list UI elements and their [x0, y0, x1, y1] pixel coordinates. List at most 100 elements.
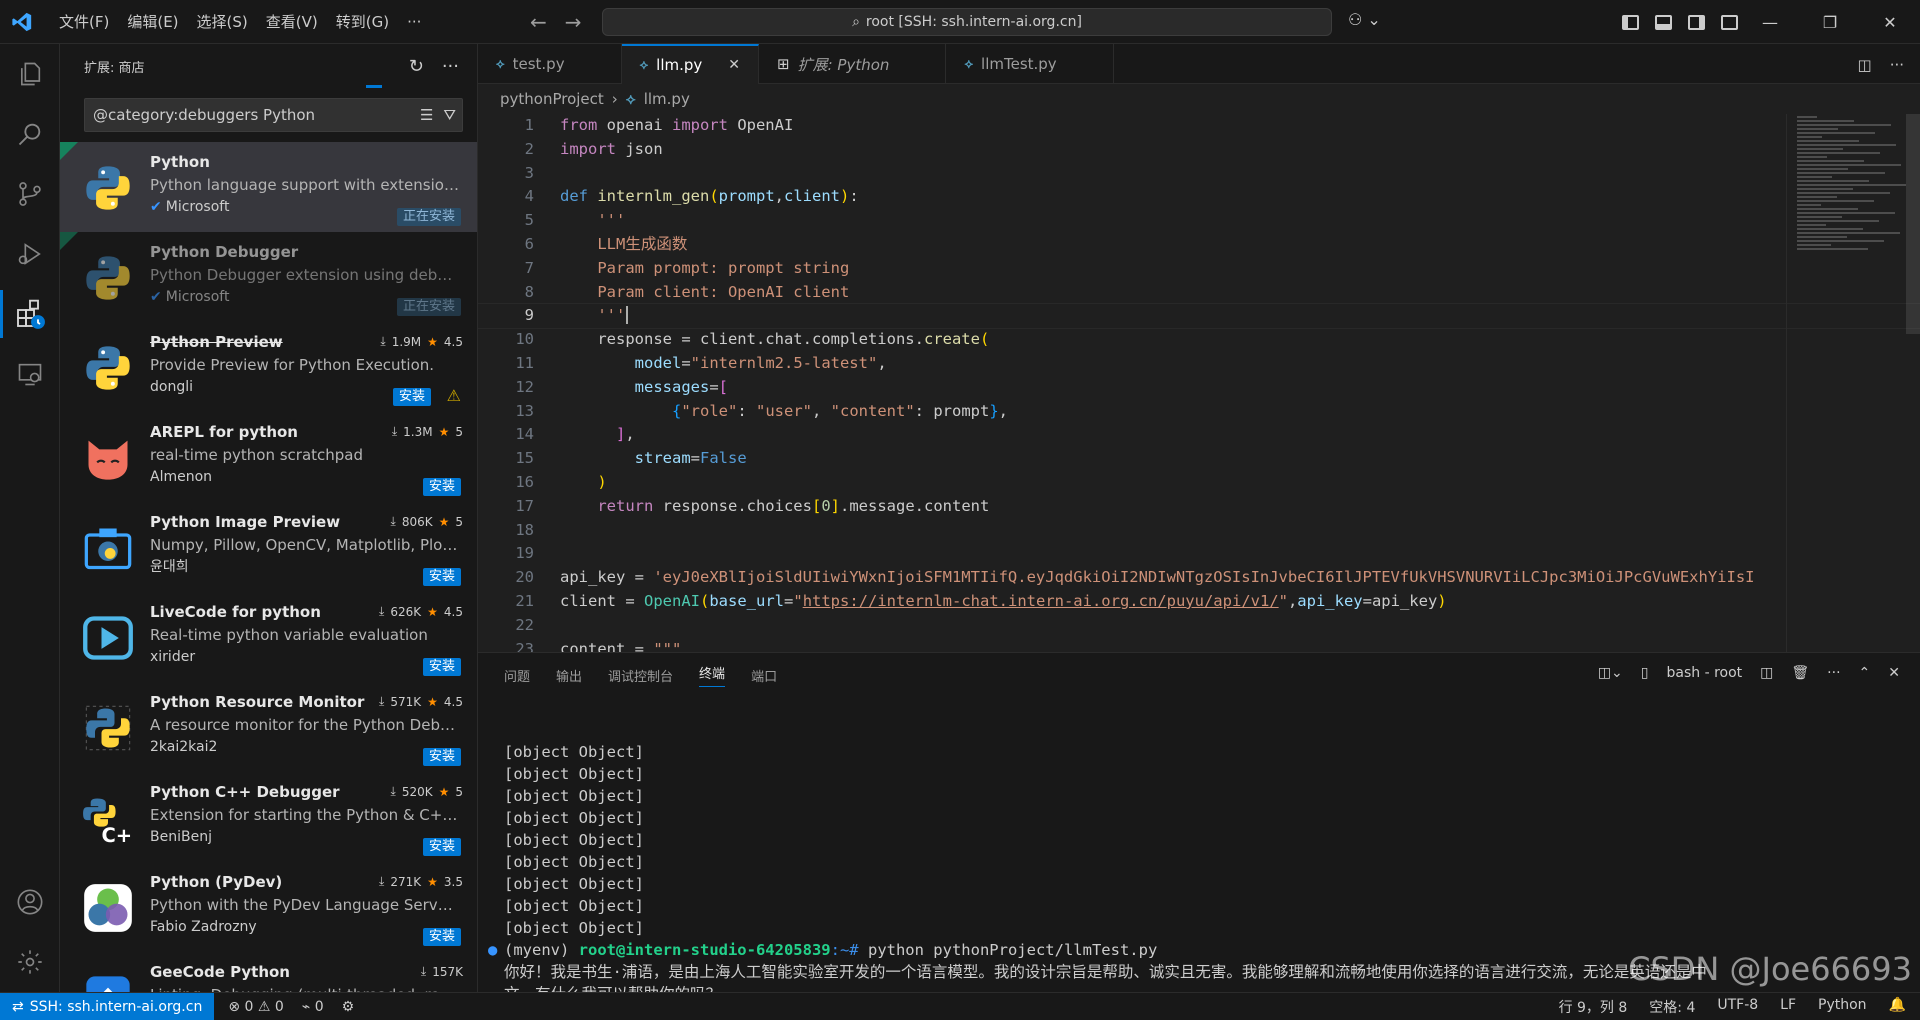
extension-item[interactable]: Python Resource Monitor A resource monito…: [60, 682, 477, 772]
extension-publisher[interactable]: xirider: [150, 646, 465, 668]
install-button[interactable]: 正在安装: [396, 298, 461, 316]
customize-layout-icon[interactable]: [1721, 14, 1738, 30]
code-line[interactable]: 6 LLM生成函数: [478, 233, 1920, 257]
code-line[interactable]: 16 ): [478, 471, 1920, 495]
extension-item[interactable]: C++Python C++ DebuggerExtension for star…: [60, 772, 477, 862]
code-line[interactable]: 19: [478, 542, 1920, 566]
run-debug-icon[interactable]: [0, 224, 60, 284]
forward-arrow-icon[interactable]: →: [565, 10, 582, 34]
explorer-icon[interactable]: [0, 44, 60, 104]
panel-tab[interactable]: 输出: [556, 666, 582, 685]
remote-indicator[interactable]: ⇄ SSH: ssh.intern-ai.org.cn: [0, 992, 215, 1020]
breadcrumb-folder[interactable]: pythonProject: [500, 90, 604, 108]
extensions-icon[interactable]: [0, 284, 60, 344]
remote-explorer-icon[interactable]: [0, 344, 60, 404]
menu-item[interactable]: 选择(S): [188, 0, 257, 44]
extension-item[interactable]: Python Python language support with exten…: [60, 142, 477, 232]
menu-item[interactable]: 编辑(E): [118, 0, 187, 44]
cursor-position[interactable]: 行 9，列 8: [1559, 997, 1628, 1017]
more-actions-icon[interactable]: ···: [442, 56, 459, 77]
code-line[interactable]: 3: [478, 162, 1920, 186]
minimap[interactable]: [1786, 114, 1906, 652]
panel-tab[interactable]: 调试控制台: [608, 666, 673, 685]
code-line[interactable]: 12 messages=[: [478, 376, 1920, 400]
code-line[interactable]: 20 api_key = 'eyJ0eXBlIjoiSldUIiwiYWxnIjo…: [478, 566, 1920, 590]
command-center[interactable]: ⌕ root [SSH: ssh.intern-ai.org.cn]: [602, 8, 1332, 36]
minimize-icon[interactable]: —: [1740, 0, 1800, 44]
settings-gear-icon[interactable]: [0, 932, 60, 992]
restore-icon[interactable]: ❐: [1800, 0, 1860, 44]
code-line[interactable]: 1 from openai import OpenAI: [478, 114, 1920, 138]
extension-search-input[interactable]: @category:debuggers Python ☰ ⛛: [84, 98, 463, 132]
search-icon[interactable]: [0, 104, 60, 164]
split-terminal-icon[interactable]: ◫: [1760, 665, 1773, 681]
extension-item[interactable]: AREPL for python real-time python scratch…: [60, 412, 477, 502]
clear-filter-icon[interactable]: ☰: [420, 106, 433, 124]
code-line[interactable]: 5 ''': [478, 209, 1920, 233]
code-line[interactable]: 15 stream=False: [478, 447, 1920, 471]
notifications-bell-icon[interactable]: 🔔: [1889, 997, 1906, 1017]
editor-tab[interactable]: ⟡ test.py: [478, 44, 622, 84]
extension-publisher[interactable]: 2kai2kai2: [150, 736, 465, 758]
toggle-secondary-sidebar-icon[interactable]: [1688, 14, 1705, 30]
panel-tab[interactable]: 终端: [699, 663, 726, 687]
refresh-icon[interactable]: ↻: [409, 56, 424, 77]
copilot-icon[interactable]: ⚇ ⌄: [1348, 10, 1381, 29]
close-panel-icon[interactable]: ✕: [1888, 665, 1900, 681]
code-editor[interactable]: 1 from openai import OpenAI 2 import json 3 4…: [478, 114, 1920, 652]
extension-publisher[interactable]: Fabio Zadrozny: [150, 916, 465, 938]
back-arrow-icon[interactable]: ←: [530, 10, 547, 34]
split-terminal-layout-icon[interactable]: ◫⌄: [1598, 665, 1623, 681]
code-line[interactable]: 2 import json: [478, 138, 1920, 162]
panel-more-icon[interactable]: ···: [1827, 665, 1840, 681]
split-editor-icon[interactable]: ◫: [1858, 56, 1872, 74]
panel-tab[interactable]: 端口: [751, 666, 777, 685]
code-line[interactable]: 7 Param prompt: prompt string: [478, 257, 1920, 281]
extension-item[interactable]: Python Preview Provide Preview for Python…: [60, 322, 477, 412]
install-button[interactable]: 安装: [422, 838, 461, 856]
install-button[interactable]: 安装: [422, 658, 461, 676]
editor-scrollbar[interactable]: [1906, 114, 1920, 652]
close-window-icon[interactable]: ✕: [1860, 0, 1920, 44]
menu-item[interactable]: 文件(F): [50, 0, 118, 44]
source-control-icon[interactable]: [0, 164, 60, 224]
debug-icon[interactable]: ⚙: [342, 999, 355, 1015]
language-mode[interactable]: Python: [1818, 997, 1867, 1017]
indentation[interactable]: 空格: 4: [1649, 997, 1695, 1017]
toggle-panel-icon[interactable]: [1655, 14, 1672, 30]
extension-item[interactable]: Python (PyDev) Python with the PyDev Lang…: [60, 862, 477, 952]
filter-icon[interactable]: ⛛: [443, 106, 456, 124]
extension-item[interactable]: Python Image Preview Numpy, Pillow, OpenC…: [60, 502, 477, 592]
code-line[interactable]: 10 response = client.chat.completions.cr…: [478, 328, 1920, 352]
panel-tab[interactable]: 问题: [504, 666, 530, 685]
code-line[interactable]: 22: [478, 614, 1920, 638]
code-line[interactable]: 18: [478, 519, 1920, 543]
close-tab-icon[interactable]: ✕: [728, 57, 740, 73]
toggle-sidebar-icon[interactable]: [1622, 14, 1639, 30]
editor-tab[interactable]: ⟡ llm.py ✕: [621, 44, 760, 84]
install-button[interactable]: 正在安装: [396, 208, 461, 226]
end-of-line[interactable]: LF: [1780, 997, 1796, 1017]
code-line[interactable]: 4 def internlm_gen(prompt,client):: [478, 185, 1920, 209]
install-button[interactable]: 安装: [392, 388, 431, 406]
install-button[interactable]: 安装: [422, 748, 461, 766]
install-button[interactable]: 安装: [422, 568, 461, 586]
extension-item[interactable]: Python Debugger Python Debugger extension…: [60, 232, 477, 322]
menu-item[interactable]: ···: [398, 0, 430, 44]
code-line[interactable]: 11 model="internlm2.5-latest",: [478, 352, 1920, 376]
extension-item[interactable]: GeeCode Python Linting, Debugging (multi-…: [60, 952, 477, 992]
encoding[interactable]: UTF-8: [1717, 997, 1758, 1017]
editor-tab[interactable]: ⟡ llmTest.py: [946, 44, 1114, 84]
extension-publisher[interactable]: BeniBenj: [150, 826, 465, 848]
code-line[interactable]: 23 content = """: [478, 638, 1920, 652]
editor-tab[interactable]: ⊞ 扩展: Python: [759, 44, 947, 84]
menu-item[interactable]: 转到(G): [327, 0, 398, 44]
code-line[interactable]: 14 ],: [478, 423, 1920, 447]
breadcrumb-file[interactable]: llm.py: [644, 90, 690, 108]
code-line[interactable]: 21 client = OpenAI(base_url="https://inte…: [478, 590, 1920, 614]
extension-publisher[interactable]: Almenon: [150, 466, 465, 488]
extension-item[interactable]: LiveCode for python Real-time python vari…: [60, 592, 477, 682]
maximize-panel-icon[interactable]: ⌃: [1859, 665, 1871, 681]
code-line[interactable]: 9 ''': [478, 303, 1920, 330]
install-button[interactable]: 安装: [422, 478, 461, 496]
